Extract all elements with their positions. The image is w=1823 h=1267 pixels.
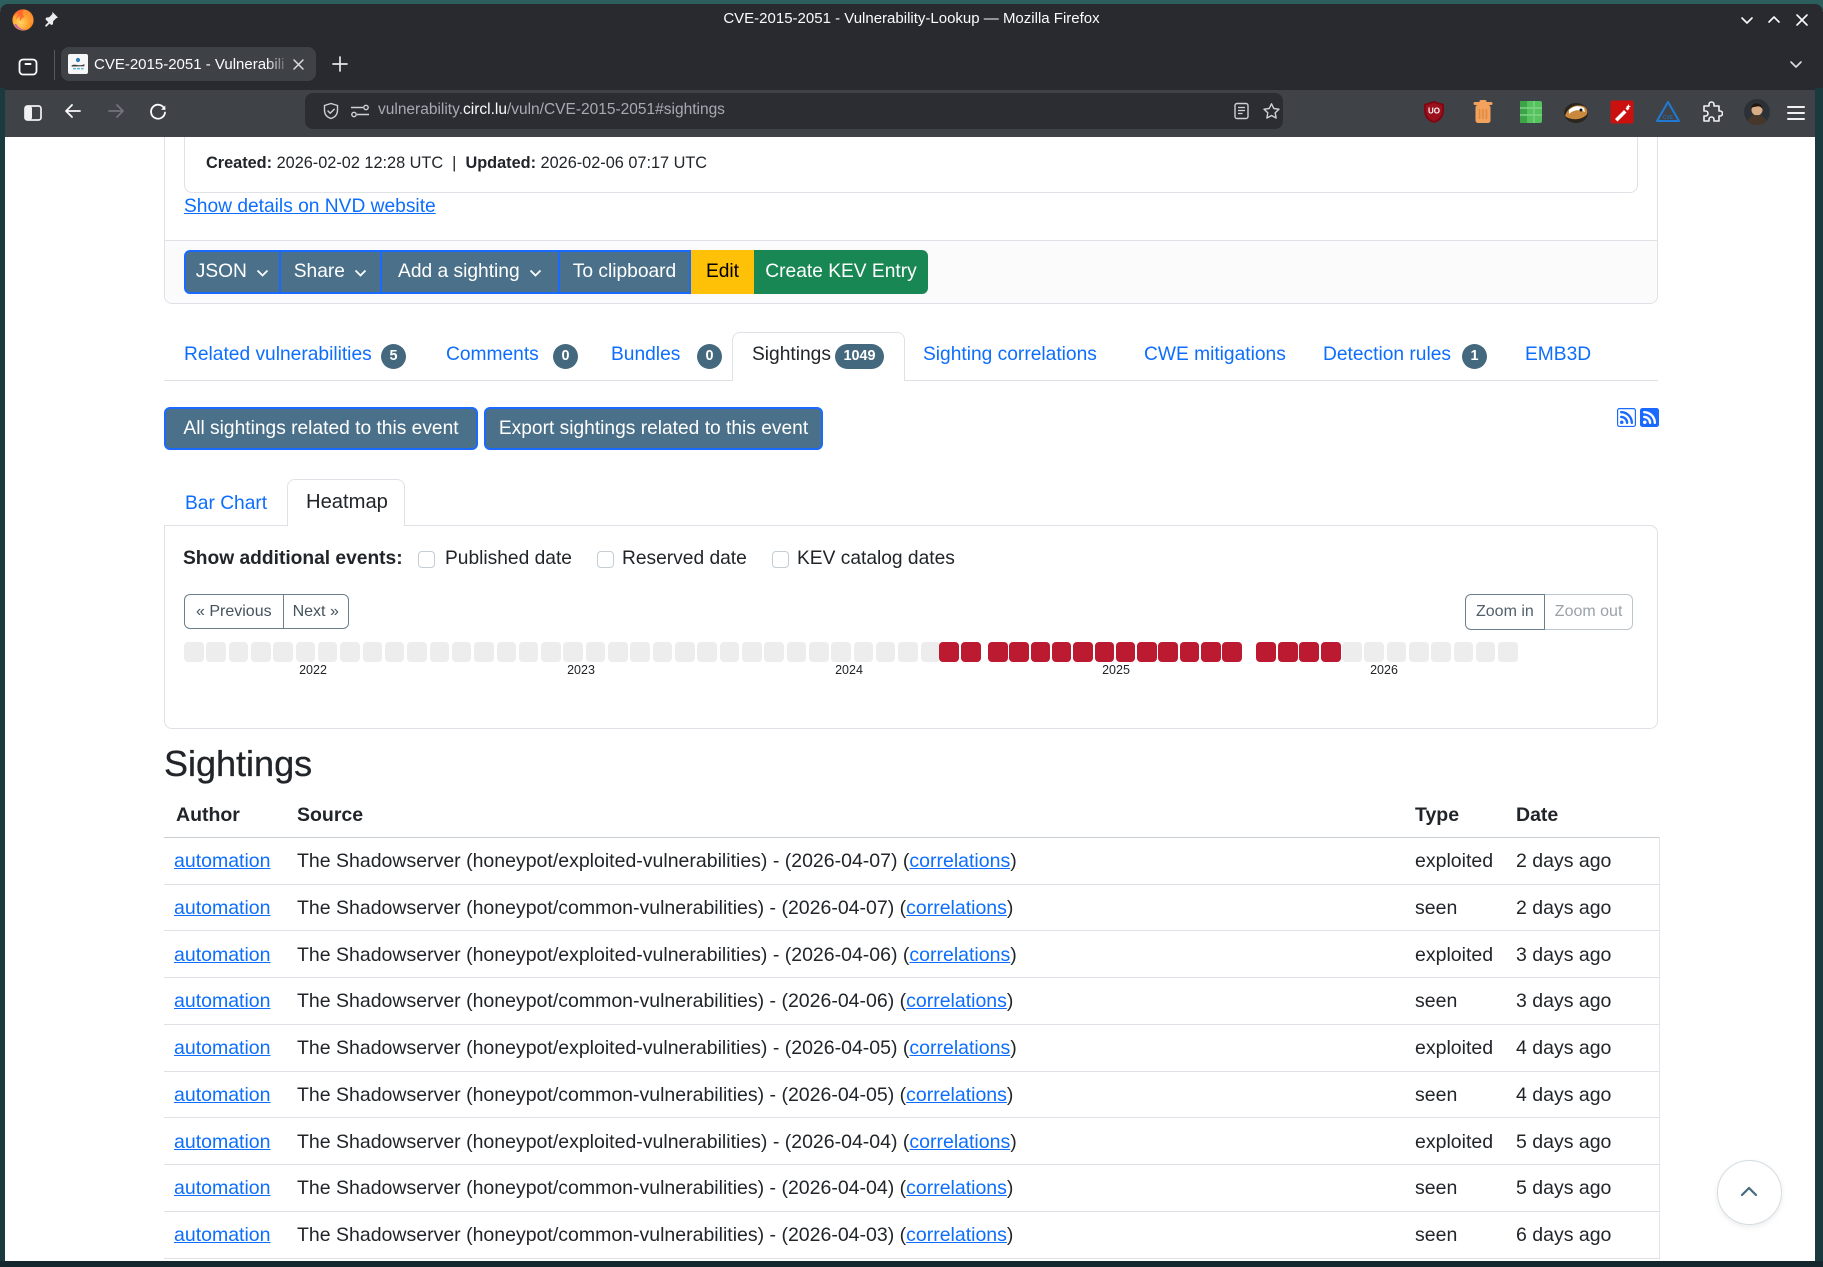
svg-text:UO: UO <box>1428 107 1440 116</box>
svg-text:CVE: CVE <box>1663 115 1674 121</box>
